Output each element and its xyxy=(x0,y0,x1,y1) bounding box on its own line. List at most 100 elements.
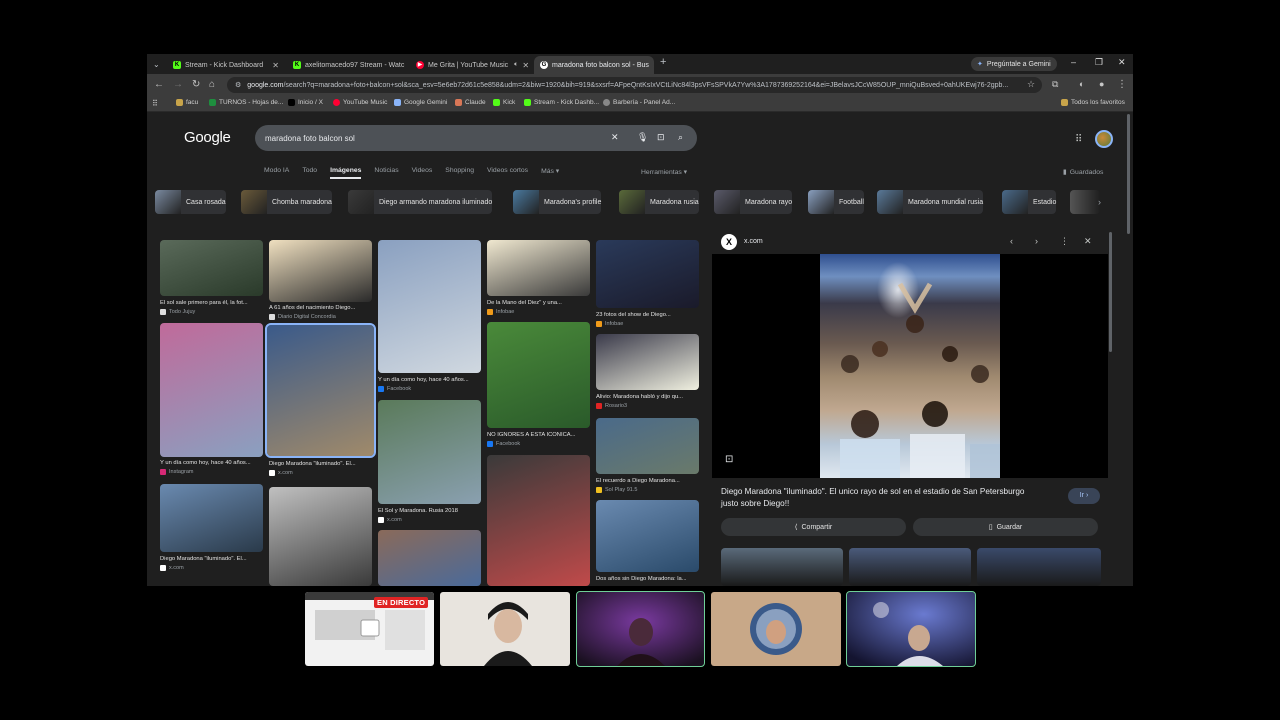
tab-modo-ia[interactable]: Modo IA xyxy=(264,167,289,179)
result-caption[interactable]: Diego Maradona "iluminado". El... xyxy=(269,461,372,467)
bookmark-item[interactable]: Barbería - Panel Ad... xyxy=(603,99,675,106)
tab-videos-cortos[interactable]: Videos cortos xyxy=(487,167,528,179)
google-apps-icon[interactable]: ⠿ xyxy=(1075,134,1082,145)
result-caption[interactable]: Y un día como hoy, hace 40 años... xyxy=(378,377,481,383)
result-source[interactable]: x.com xyxy=(269,470,293,476)
close-window-icon[interactable]: ✕ xyxy=(1118,57,1126,68)
result-image[interactable] xyxy=(160,484,263,552)
close-icon[interactable]: ✕ xyxy=(1084,236,1092,247)
result-caption[interactable]: El recuerdo a Diego Maradona... xyxy=(596,478,699,484)
related-image[interactable] xyxy=(849,548,971,586)
result-caption[interactable]: 23 fotos del show de Diego... xyxy=(596,312,699,318)
all-bookmarks[interactable]: Todos los favoritos xyxy=(1061,99,1125,106)
close-tab-icon[interactable]: ✕ xyxy=(404,61,407,70)
lens-icon[interactable]: ⊡ xyxy=(657,132,665,143)
result-image[interactable] xyxy=(487,322,590,428)
bookmark-item[interactable]: Stream - Kick Dashb... xyxy=(524,99,599,106)
bookmark-item[interactable]: Kick xyxy=(493,99,515,106)
tab-noticias[interactable]: Noticias xyxy=(374,167,398,179)
chip[interactable]: Estadio xyxy=(1002,190,1057,214)
preview-image[interactable] xyxy=(820,254,1000,478)
tab-imagenes[interactable]: Imágenes xyxy=(330,167,362,179)
chip[interactable]: Maradona rusia xyxy=(619,190,699,214)
result-caption[interactable]: El Sol y Maradona. Rusia 2018 xyxy=(378,508,481,514)
apps-grid-icon[interactable]: ⠿ xyxy=(152,99,158,108)
chip[interactable]: Football xyxy=(808,190,864,214)
site-info-icon[interactable]: ⚙ xyxy=(235,81,241,89)
minimize-icon[interactable]: – xyxy=(1071,57,1076,67)
result-caption[interactable]: Dos años sin Diego Maradona: la... xyxy=(596,576,699,582)
gemini-button[interactable]: ✦ Pregúntale a Gemini xyxy=(971,57,1057,71)
reload-icon[interactable]: ↻ xyxy=(192,79,200,90)
related-image[interactable] xyxy=(721,548,843,586)
google-logo[interactable]: Google xyxy=(184,129,231,146)
result-source[interactable]: Infobae xyxy=(596,321,623,327)
result-caption[interactable]: A 61 años del nacimiento Diego... xyxy=(269,305,372,311)
result-image[interactable] xyxy=(487,455,590,586)
preview-title[interactable]: Diego Maradona "iluminado". El unico ray… xyxy=(721,486,1041,510)
forward-icon[interactable]: → xyxy=(173,79,183,90)
result-image[interactable] xyxy=(596,334,699,390)
result-caption[interactable]: NO IGNORES A ESTA ICONICA... xyxy=(487,432,590,438)
search-input[interactable]: maradona foto balcon sol ✕ 🎙︎ ⊡ ⌕ xyxy=(255,125,697,151)
account-avatar[interactable] xyxy=(1095,130,1113,148)
bookmark-item[interactable]: TURNOS - Hojas de... xyxy=(209,99,283,106)
chip[interactable]: Chomba maradona xyxy=(241,190,332,214)
tab-videos[interactable]: Videos xyxy=(412,167,433,179)
save-button[interactable]: ▯ Guardar xyxy=(913,518,1098,536)
result-image[interactable] xyxy=(269,487,372,586)
result-image[interactable] xyxy=(487,240,590,296)
result-caption[interactable]: De la Mano del Diez" y una... xyxy=(487,300,590,306)
tab-kick-stream[interactable]: K axelitomacedo97 Stream - Watc ✕ xyxy=(287,56,407,74)
close-tab-icon[interactable]: ✕ xyxy=(268,61,279,70)
bookmark-item[interactable]: Inicio / X xyxy=(288,99,323,106)
back-icon[interactable]: ← xyxy=(154,79,164,90)
result-source[interactable]: Sol Play 91.5 xyxy=(596,487,637,493)
tab-search-dropdown-icon[interactable]: ⌄ xyxy=(153,57,160,71)
new-tab-icon[interactable]: + xyxy=(660,55,666,69)
result-caption[interactable]: Y un día como hoy, hace 40 años... xyxy=(160,460,263,466)
tab-youtube-music[interactable]: ▶ Me Grita | YouTube Music 🔈︎ ✕ xyxy=(410,56,534,74)
result-source[interactable]: Facebook xyxy=(378,386,411,392)
result-image[interactable] xyxy=(160,240,263,296)
result-image[interactable] xyxy=(269,240,372,302)
preview-domain[interactable]: x.com xyxy=(744,238,763,245)
result-source[interactable]: Infobae xyxy=(487,309,514,315)
related-image[interactable] xyxy=(977,548,1101,586)
result-source[interactable]: x.com xyxy=(160,565,184,571)
result-image-selected[interactable] xyxy=(265,323,376,458)
tab-shopping[interactable]: Shopping xyxy=(445,167,474,179)
extensions-icon[interactable]: ⧉ xyxy=(1052,79,1058,90)
bookmark-item[interactable]: Google Gemini xyxy=(394,99,447,106)
visit-button[interactable]: Ir › xyxy=(1068,488,1100,504)
result-source[interactable]: Todo Jujuy xyxy=(160,309,195,315)
close-tab-icon[interactable]: ✕ xyxy=(518,61,529,70)
bookmark-item[interactable]: Claude xyxy=(455,99,486,106)
share-button[interactable]: ⟨ Compartir xyxy=(721,518,906,536)
restore-icon[interactable]: ❐ xyxy=(1095,57,1103,68)
result-caption[interactable]: El sol sale primero para él, la fot... xyxy=(160,300,263,306)
chip[interactable]: Maradona rayo xyxy=(714,190,793,214)
bookmark-star-icon[interactable]: ☆ xyxy=(1027,79,1035,90)
more-options-icon[interactable]: ⋮ xyxy=(1060,236,1069,247)
scrollbar-thumb[interactable] xyxy=(1127,114,1130,234)
result-source[interactable]: Rosario3 xyxy=(596,403,627,409)
address-bar[interactable]: ⚙ google.com/search?q=maradona+foto+balc… xyxy=(227,77,1042,93)
bookmark-item[interactable]: YouTube Music xyxy=(333,99,387,106)
tools-button[interactable]: Herramientas ▾ xyxy=(641,168,687,176)
chip[interactable]: Maradona mundial rusia xyxy=(877,190,984,214)
tab-mas[interactable]: Más ▾ xyxy=(541,167,559,179)
avatar-small-icon[interactable]: ● xyxy=(1099,79,1104,89)
chevron-left-icon[interactable]: ‹ xyxy=(1010,236,1013,246)
chip-overflow[interactable] xyxy=(1070,190,1100,214)
result-source[interactable]: Instagram xyxy=(160,469,193,475)
search-icon[interactable]: ⌕ xyxy=(678,132,683,143)
result-image[interactable] xyxy=(596,418,699,474)
result-caption[interactable]: Alivio: Maradona habló y dijo qu... xyxy=(596,394,699,400)
page-scrollbar[interactable] xyxy=(1126,112,1131,586)
result-image[interactable] xyxy=(378,400,481,504)
result-image[interactable] xyxy=(596,240,699,308)
home-icon[interactable]: ⌂ xyxy=(209,79,215,90)
tab-todo[interactable]: Todo xyxy=(302,167,317,179)
result-image[interactable] xyxy=(378,240,481,373)
